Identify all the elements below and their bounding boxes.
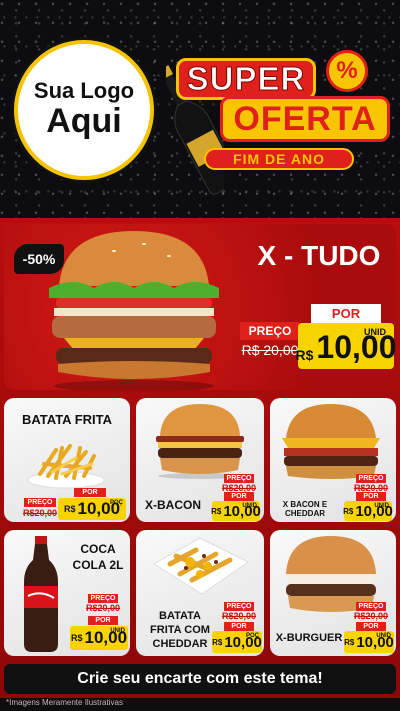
oferta-banner: OFERTA [220,96,390,142]
price-unit: UNID [374,503,389,509]
promo-title: SUPER % OFERTA FIM DE ANO [160,44,396,195]
price-unit: UNID [376,633,391,639]
currency: R$ [212,637,223,647]
new-price-label: POR [356,622,386,631]
old-price-label: PREÇO [240,322,300,340]
currency: R$ [70,633,83,643]
new-price-label: POR [88,616,118,625]
currency: R$ [211,506,222,516]
price-unit: POÇ [109,500,123,506]
old-price-label: PREÇO [224,474,254,483]
price-box: R$ 10,00 UNID [344,631,394,653]
fries-cheddar-image [153,537,249,595]
super-banner: SUPER [176,58,316,100]
new-price-label: POR [356,492,386,501]
old-price-value: R$20,00 [22,508,58,518]
product-card-x-bacon-cheddar[interactable]: X BACON E CHEDDAR PREÇO R$20,00 POR R$ 1… [270,398,396,522]
price-unit: UNID [364,327,386,337]
price-box: R$ 10,00 UNID [295,323,396,369]
discount-badge: -50% [14,244,64,274]
product-name: COCA COLA 2L [72,542,124,572]
fries-image [27,444,105,489]
currency: R$ [295,347,314,363]
product-card-x-burguer[interactable]: X-BURGUER PREÇO R$20,00 POR R$ 10,00 UNI… [270,530,396,656]
oferta-text: OFERTA [233,99,377,138]
product-name: X BACON E CHEDDAR [282,500,328,518]
old-price-label: PREÇO [24,498,56,507]
logo-line2: Aqui [46,102,122,141]
old-price-value: R$20,00 [353,611,389,621]
price-box: R$ 10,00 UNID [211,501,261,521]
price-unit: POÇ [245,633,259,639]
new-price-label: POR [224,492,254,501]
subtitle-banner: FIM DE ANO [204,148,354,170]
burger-image [156,404,244,479]
cta-banner[interactable]: Crie seu encarte com este tema! [4,664,396,694]
currency: R$ [343,506,354,516]
product-name: BATATA FRITA [21,412,112,427]
disclaimer-text: *Imagens Meramente Ilustrativas [6,698,123,707]
header: Sua Logo Aqui SUPER % OFERTA FIM DE ANO [0,0,400,218]
price-box: R$ 10,00 UNID [343,501,393,521]
percent-icon: % [326,50,368,92]
old-price-value: R$20,00 [85,603,121,613]
featured-name: X - TUDO [257,240,381,271]
burger-image [282,404,380,479]
price-unit: UNID [110,628,125,634]
new-price-label: POR [311,304,381,323]
product-card-coca-cola[interactable]: COCA COLA 2L PREÇO R$20,00 POR R$ 10,00 … [4,530,130,656]
new-price-label: POR [74,488,106,497]
price-box: R$ 10,00 POÇ [212,631,262,653]
product-name: X-BURGUER [275,632,343,644]
old-price-label: PREÇO [88,594,118,603]
new-price-label: POR [224,622,254,631]
product-card-x-bacon[interactable]: X-BACON PREÇO R$20,00 POR R$ 10,00 UNID [136,398,264,522]
soda-bottle-image [24,536,58,652]
currency: R$ [344,637,355,647]
featured-card[interactable]: -50% X - TUDO PREÇO R$ 20,00 POR R$ 10,0… [4,224,396,390]
product-name: BATATA FRITA COM CHEDDAR [150,610,210,650]
product-card-batata-frita[interactable]: BATATA FRITA PREÇO R$20,00 POR R$ 10,00 … [4,398,130,522]
old-price-value: R$20,00 [221,611,257,621]
burger-image [49,231,219,390]
featured-old-price: PREÇO R$ 20,00 [240,322,300,358]
featured-new-price: POR R$ 10,00 UNID [295,304,396,369]
offers-area: -50% X - TUDO PREÇO R$ 20,00 POR R$ 10,0… [0,218,400,698]
price-box: R$ 10,00 POÇ [58,498,126,520]
price-unit: UNID [242,503,257,509]
old-price-label: PREÇO [356,474,386,483]
old-price-value: R$ 20,00 [241,342,299,358]
product-name: X-BACON [145,498,201,512]
logo-placeholder[interactable]: Sua Logo Aqui [14,40,154,180]
product-card-batata-cheddar[interactable]: BATATA FRITA COM CHEDDAR PREÇO R$20,00 P… [136,530,264,656]
super-text: SUPER [186,60,306,98]
subtitle-text: FIM DE ANO [233,151,325,167]
currency: R$ [63,504,76,514]
logo-line1: Sua Logo [33,78,135,104]
old-price-label: PREÇO [224,602,254,611]
price-box: R$ 10,00 UNID [70,626,128,650]
old-price-label: PREÇO [356,602,386,611]
